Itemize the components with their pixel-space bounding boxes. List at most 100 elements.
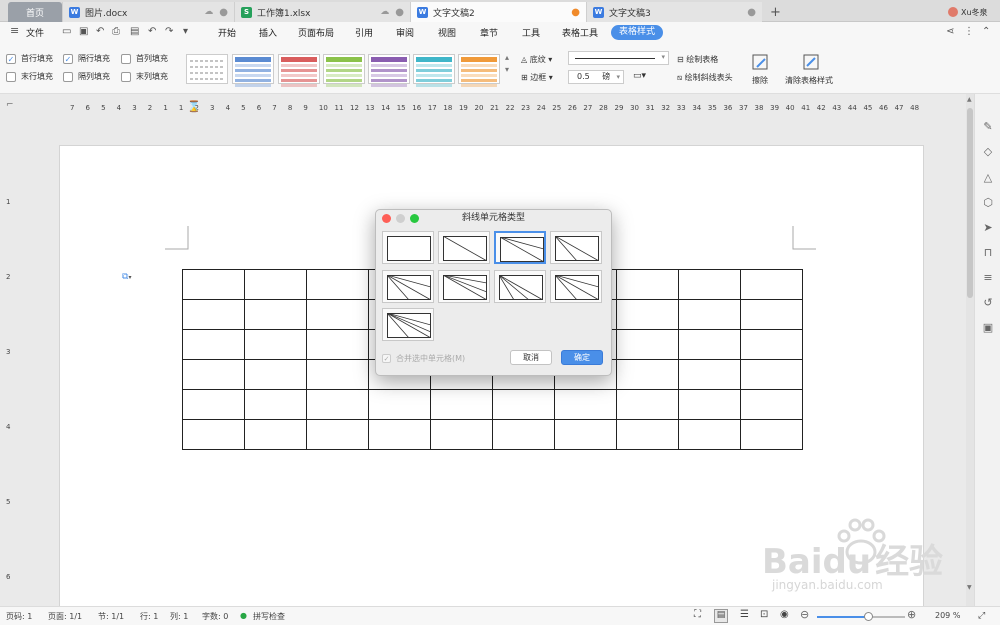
slash-type-option[interactable] [494, 231, 546, 264]
table-style-blue[interactable] [232, 54, 274, 87]
table-cell[interactable] [616, 299, 679, 330]
table-cell[interactable] [182, 419, 245, 450]
gallery-up-icon[interactable]: ▴ [505, 53, 509, 62]
table-cell[interactable] [678, 299, 741, 330]
table-cell[interactable] [368, 419, 431, 450]
slash-type-option[interactable] [438, 270, 490, 303]
collapse-icon[interactable]: ⌃ [982, 26, 990, 37]
table-cell[interactable] [492, 419, 555, 450]
checkbox-first-col[interactable]: 首列填充 [121, 53, 168, 64]
gallery-down-icon[interactable]: ▾ [505, 65, 509, 74]
scrollbar-thumb[interactable] [967, 108, 973, 298]
select-cursor-icon[interactable]: ➤ [981, 221, 995, 235]
checkbox-first-row[interactable]: ✓ 首行填充 [6, 53, 53, 64]
table-style-purple[interactable] [368, 54, 410, 87]
tab-home[interactable]: 首页 [8, 2, 62, 22]
vertical-ruler[interactable]: 1 2 3 4 5 6 [0, 122, 18, 604]
table-cell[interactable] [616, 389, 679, 420]
unsaved-dot-icon[interactable]: ● [571, 7, 580, 18]
table-cell[interactable] [430, 389, 493, 420]
history-icon[interactable]: ↺ [981, 296, 995, 310]
zoom-slider-thumb[interactable] [864, 612, 874, 621]
checkbox-box[interactable]: ✓ [63, 53, 73, 64]
table-style-green[interactable] [323, 54, 365, 87]
spell-check-button[interactable]: 拼写检查 [253, 611, 285, 622]
user-account[interactable]: Xu冬泉 [942, 2, 994, 22]
close-tab-icon[interactable]: ● [395, 7, 404, 18]
more-icon[interactable]: ⋮ [964, 26, 974, 37]
table-cell[interactable] [244, 269, 307, 300]
table-style-red[interactable] [278, 54, 320, 87]
open-icon[interactable]: ▭ [62, 26, 71, 37]
table-cell[interactable] [554, 419, 617, 450]
eye-protection-icon[interactable]: ◉ [780, 609, 789, 620]
slash-type-option[interactable] [382, 308, 434, 341]
table-style-cyan[interactable] [413, 54, 455, 87]
table-cell[interactable] [244, 299, 307, 330]
zoom-slider[interactable] [817, 612, 905, 621]
table-cell[interactable] [182, 299, 245, 330]
checkbox-banded-rows[interactable]: ✓ 隔行填充 [63, 53, 110, 64]
clear-table-style-button[interactable]: 清除表格样式 [784, 53, 840, 91]
table-cell[interactable] [740, 359, 803, 390]
checkbox-box[interactable]: ✓ [382, 354, 391, 363]
table-cell[interactable] [740, 269, 803, 300]
slash-type-option[interactable] [550, 270, 602, 303]
file-menu[interactable]: 文件 [26, 26, 44, 39]
customize-icon[interactable]: ▾ [183, 26, 188, 37]
line-style-select[interactable]: ▾ [568, 51, 669, 65]
table-cell[interactable] [678, 329, 741, 360]
table-cell[interactable] [678, 269, 741, 300]
table-cell[interactable] [182, 329, 245, 360]
table-cell[interactable] [740, 299, 803, 330]
line-color-button[interactable]: ▭▾ [633, 70, 659, 84]
tab-workbook[interactable]: S 工作簿1.xlsx ☁ ● [234, 2, 410, 22]
maximize-window-icon[interactable] [410, 214, 419, 223]
merge-selected-cells-checkbox[interactable]: ✓ 合并选中单元格(M) [382, 353, 465, 364]
scroll-up-icon[interactable]: ▲ [967, 96, 972, 103]
minimize-window-icon[interactable] [396, 214, 405, 223]
navigation-icon[interactable]: ⬡ [981, 196, 995, 210]
shading-button[interactable]: ◬ 底纹 ▾ [521, 54, 552, 65]
indent-marker-icon[interactable]: ⌛ [187, 100, 201, 113]
undo-icon[interactable]: ↶ [148, 26, 156, 37]
slash-type-option[interactable] [550, 231, 602, 264]
table-cell[interactable] [306, 329, 369, 360]
checkbox-last-col[interactable]: 末列填充 [121, 71, 168, 82]
picture-icon[interactable]: ▣ [981, 321, 995, 335]
checkbox-box[interactable]: ✓ [6, 53, 16, 64]
table-style-orange[interactable] [458, 54, 500, 87]
table-cell[interactable] [430, 419, 493, 450]
menu-chapter[interactable]: 章节 [480, 26, 498, 39]
save-icon[interactable]: ▣ [79, 26, 88, 37]
hamburger-icon[interactable]: ≡ [10, 24, 19, 37]
table-cell[interactable] [306, 269, 369, 300]
table-cell[interactable] [306, 299, 369, 330]
zoom-out-icon[interactable]: ⊖ [800, 608, 809, 621]
table-cell[interactable] [492, 389, 555, 420]
slash-type-option[interactable] [382, 270, 434, 303]
table-cell[interactable] [616, 269, 679, 300]
menu-review[interactable]: 审阅 [396, 26, 414, 39]
table-cell[interactable] [740, 419, 803, 450]
cancel-button[interactable]: 取消 [510, 350, 552, 365]
table-move-handle[interactable]: ⧉▾ [122, 272, 140, 286]
tab-doc-picture[interactable]: W 图片.docx ☁ ● [62, 2, 234, 22]
slash-type-option[interactable] [494, 270, 546, 303]
checkbox-box[interactable] [63, 71, 73, 82]
close-window-icon[interactable] [382, 214, 391, 223]
table-cell[interactable] [244, 359, 307, 390]
border-button[interactable]: ⊞ 边框 ▾ [521, 72, 553, 83]
table-cell[interactable] [740, 389, 803, 420]
checkbox-box[interactable] [6, 71, 16, 82]
table-cell[interactable] [368, 389, 431, 420]
menu-start[interactable]: 开始 [218, 26, 236, 39]
checkbox-last-row[interactable]: 末行填充 [6, 71, 53, 82]
table-cell[interactable] [244, 389, 307, 420]
menu-references[interactable]: 引用 [355, 26, 373, 39]
preview-icon[interactable]: ▤ [130, 26, 139, 37]
style-icon[interactable]: △ [981, 171, 995, 185]
menu-view[interactable]: 视图 [438, 26, 456, 39]
web-view-icon[interactable]: ⊡ [760, 609, 768, 620]
checkbox-banded-cols[interactable]: 隔列填充 [63, 71, 110, 82]
